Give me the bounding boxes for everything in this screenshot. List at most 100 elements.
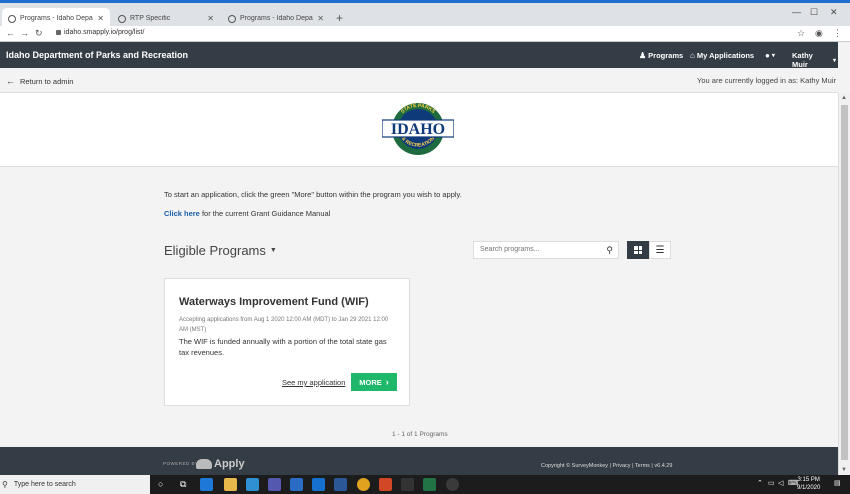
return-label: Return to admin bbox=[20, 76, 74, 86]
grid-icon bbox=[634, 246, 642, 254]
profile-icon[interactable]: ◉ bbox=[815, 28, 823, 39]
search-icon: ⚲ bbox=[2, 480, 8, 489]
program-description: The WIF is funded annually with a portio… bbox=[179, 337, 387, 357]
browser-tab-bar: Programs - Idaho Department of ✕ RTP Spe… bbox=[0, 0, 850, 29]
powerpoint-icon[interactable] bbox=[379, 478, 392, 491]
cloud-icon bbox=[196, 459, 212, 469]
my-applications-label: My Applications bbox=[696, 51, 755, 60]
apply-logo: Apply bbox=[196, 458, 245, 470]
more-button[interactable]: MORE › bbox=[351, 373, 397, 391]
close-icon[interactable]: ✕ bbox=[317, 14, 324, 23]
taskbar-clock[interactable]: 3:15 PM 9/1/2020 bbox=[797, 476, 820, 492]
ie-icon[interactable] bbox=[312, 478, 325, 491]
see-my-application-link[interactable]: See my application bbox=[282, 378, 345, 387]
globe-icon bbox=[8, 14, 16, 23]
home-icon: ⌂ bbox=[690, 51, 695, 60]
scroll-thumb[interactable] bbox=[841, 105, 848, 460]
eligible-programs-dropdown[interactable]: Eligible Programs ▼ bbox=[164, 243, 277, 258]
programs-label: Programs bbox=[648, 51, 684, 60]
lock-icon bbox=[56, 30, 61, 35]
guidance-text: Click here for the current Grant Guidanc… bbox=[164, 209, 330, 218]
search-input[interactable] bbox=[480, 246, 598, 253]
page-scrollbar[interactable]: ▲ ▼ bbox=[838, 93, 850, 475]
minimize-icon[interactable]: — bbox=[792, 7, 801, 17]
info-icon: ● bbox=[765, 51, 770, 60]
menu-dots-icon[interactable]: ⋮ bbox=[833, 28, 842, 39]
task-view-icon[interactable]: ⧉ bbox=[180, 479, 186, 490]
close-icon[interactable]: ✕ bbox=[97, 14, 104, 23]
clock-time: 3:15 PM bbox=[797, 477, 820, 483]
program-card: Waterways Improvement Fund (WIF) Accepti… bbox=[164, 278, 410, 406]
outlook-icon[interactable] bbox=[290, 478, 303, 491]
clock-date: 9/1/2020 bbox=[797, 485, 821, 491]
idaho-parks-logo: STATE PARKS & RECREATION IDAHO bbox=[382, 103, 454, 155]
scroll-up-icon[interactable]: ▲ bbox=[841, 95, 847, 101]
back-icon[interactable]: ← bbox=[6, 28, 15, 38]
taskbar-search-label: Type here to search bbox=[13, 481, 76, 488]
url-field[interactable]: idaho.smapply.io/prog/list/ bbox=[64, 29, 144, 36]
user-badge-icon: ♟ bbox=[639, 51, 647, 60]
edge-icon[interactable] bbox=[200, 478, 213, 491]
search-icon[interactable]: ⚲ bbox=[606, 245, 613, 256]
close-window-icon[interactable]: ✕ bbox=[830, 7, 838, 18]
tray-chevron-icon[interactable]: ⌃ bbox=[757, 479, 763, 487]
guidance-rest: for the current Grant Guidance Manual bbox=[199, 209, 331, 218]
copyright-links[interactable]: Copyright © SurveyMonkey | Privacy | Ter… bbox=[541, 463, 672, 469]
chevron-down-icon: ▾ bbox=[832, 57, 836, 64]
file-explorer-icon[interactable] bbox=[224, 478, 237, 491]
globe-icon bbox=[228, 14, 236, 23]
user-name: Kathy Muir bbox=[792, 51, 813, 69]
user-menu[interactable]: Kathy Muir ▾ bbox=[792, 51, 838, 69]
globe-icon bbox=[118, 14, 126, 23]
taskbar-search[interactable]: ⚲ Type here to search bbox=[0, 475, 150, 494]
maximize-icon[interactable]: ☐ bbox=[810, 7, 818, 18]
scroll-down-icon[interactable]: ▼ bbox=[841, 467, 847, 473]
chevron-right-icon: › bbox=[385, 377, 389, 387]
logo-band: STATE PARKS & RECREATION IDAHO bbox=[0, 93, 838, 167]
excel-icon[interactable] bbox=[423, 478, 436, 491]
teams-icon[interactable] bbox=[268, 478, 281, 491]
list-view-button[interactable]: ☰ bbox=[649, 241, 671, 259]
logged-in-status: You are currently logged in as: Kathy Mu… bbox=[697, 76, 836, 85]
click-here-link[interactable]: Click here bbox=[164, 209, 200, 218]
tab-label: Programs - Idaho Department of bbox=[240, 15, 314, 22]
arrow-left-icon: ← bbox=[6, 76, 15, 86]
new-tab-icon[interactable]: + bbox=[336, 11, 343, 25]
skype-icon[interactable] bbox=[246, 478, 259, 491]
cortana-icon[interactable]: ○ bbox=[158, 479, 163, 489]
programs-link[interactable]: ♟ Programs bbox=[639, 51, 683, 60]
admin-bar: ← Return to admin You are currently logg… bbox=[0, 68, 838, 93]
program-title: Waterways Improvement Fund (WIF) bbox=[179, 296, 369, 308]
list-icon: ☰ bbox=[655, 244, 665, 256]
accepting-dates: Accepting applications from Aug 1 2020 1… bbox=[179, 317, 389, 333]
eligible-programs-title: Eligible Programs bbox=[164, 243, 266, 258]
intro-text: To start an application, click the green… bbox=[164, 190, 462, 199]
caret-down-icon: ▼ bbox=[269, 247, 277, 254]
app-icon[interactable] bbox=[446, 478, 459, 491]
acrobat-icon[interactable] bbox=[401, 478, 414, 491]
windows-taskbar: ⚲ Type here to search ○ ⧉ ⌃ ▭ ◁ ⌨ 3:15 P… bbox=[0, 475, 850, 494]
tab-label: Programs - Idaho Department of bbox=[20, 15, 94, 22]
volume-icon[interactable]: ◁ bbox=[778, 479, 783, 487]
my-applications-link[interactable]: ⌂ My Applications bbox=[690, 51, 754, 60]
grid-view-button[interactable] bbox=[627, 241, 649, 259]
address-bar: ← → ↻ idaho.smapply.io/prog/list/ ☆ ◉ ⋮ bbox=[0, 26, 850, 42]
star-icon[interactable]: ☆ bbox=[797, 28, 805, 39]
search-box: ⚲ bbox=[473, 241, 619, 259]
return-to-admin-link[interactable]: ← Return to admin bbox=[6, 76, 73, 86]
notifications-icon[interactable]: ▤ bbox=[834, 479, 841, 487]
brand-title[interactable]: Idaho Department of Parks and Recreation bbox=[6, 50, 188, 60]
network-icon[interactable]: ▭ bbox=[768, 479, 775, 487]
more-label: MORE bbox=[359, 377, 382, 387]
reload-icon[interactable]: ↻ bbox=[35, 28, 43, 39]
close-icon[interactable]: ✕ bbox=[207, 14, 214, 23]
help-menu[interactable]: ● ▾ bbox=[765, 51, 777, 60]
logo-word: IDAHO bbox=[391, 121, 445, 138]
apply-wordmark: Apply bbox=[214, 458, 245, 470]
site-footer: POWERED BY Apply Copyright © SurveyMonke… bbox=[0, 447, 838, 475]
results-count: 1 - 1 of 1 Programs bbox=[392, 431, 448, 438]
word-icon[interactable] bbox=[334, 478, 347, 491]
powered-by-label: POWERED BY bbox=[163, 461, 199, 466]
chrome-icon[interactable] bbox=[357, 478, 370, 491]
forward-icon[interactable]: → bbox=[20, 28, 29, 38]
